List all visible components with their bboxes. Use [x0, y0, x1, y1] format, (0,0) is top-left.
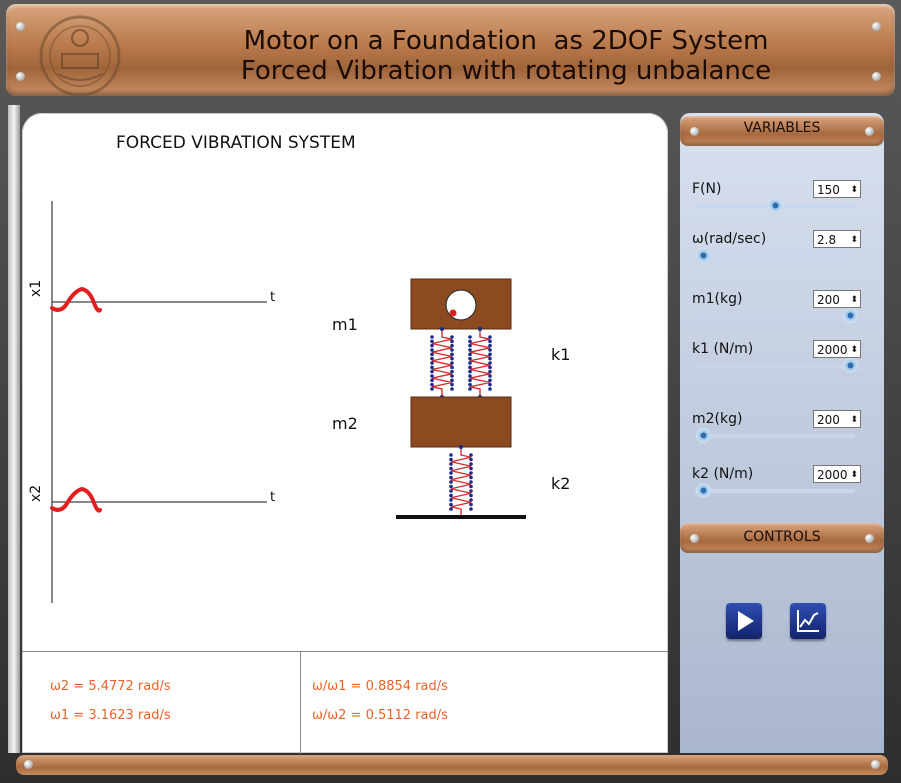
spinbox-value: 2000	[817, 343, 848, 357]
spinner-arrows-icon[interactable]: ⬍	[848, 341, 858, 357]
spinner-arrows-icon[interactable]: ⬍	[848, 291, 858, 307]
unbalance-mass-icon	[449, 309, 457, 317]
spinbox-value: 200	[817, 413, 840, 427]
spinbox-value: 150	[817, 183, 840, 197]
footer-bar	[16, 755, 888, 775]
rotor-icon	[445, 289, 477, 321]
simulation-canvas: FORCED VIBRATION SYSTEM x1 x2 t t m1 m2 …	[22, 113, 668, 754]
slider-thumb[interactable]	[696, 248, 711, 263]
graph-button[interactable]	[790, 603, 826, 639]
variable-label: m2(kg)	[692, 411, 743, 427]
variable-spinbox[interactable]: 2.8 ⬍	[813, 230, 861, 248]
slider-thumb[interactable]	[843, 358, 859, 373]
k1-label: k1	[551, 345, 570, 364]
variable-label: F(N)	[692, 181, 722, 197]
spinner-arrows-icon[interactable]: ⬍	[848, 411, 858, 427]
variable-spinbox[interactable]: 2000 ⬍	[813, 465, 861, 483]
variable-slider[interactable]	[695, 428, 855, 443]
results-divider	[300, 652, 301, 754]
spring-k1-right	[468, 327, 492, 399]
spinbox-value: 2000	[817, 468, 848, 482]
variable-spinbox[interactable]: 2000 ⬍	[813, 340, 861, 358]
variable-slider[interactable]	[695, 248, 855, 263]
ratio1-readout: ω/ω1 = 0.8854 rad/s	[312, 679, 448, 694]
slider-thumb[interactable]	[768, 198, 783, 213]
controls-title: CONTROLS	[743, 529, 821, 545]
spring-k1-left	[430, 327, 454, 399]
page-title: Motor on a Foundation as 2DOF System For…	[136, 26, 876, 86]
variable-slider[interactable]	[695, 198, 855, 213]
spinbox-value: 2.8	[817, 233, 837, 247]
spring-k2	[449, 445, 473, 519]
controls-header: CONTROLS	[680, 523, 884, 553]
spinner-arrows-icon[interactable]: ⬍	[848, 181, 858, 197]
left-rail	[8, 105, 20, 753]
mass-m2	[410, 396, 512, 448]
x2-axis-label: x2	[28, 485, 44, 502]
variable-label: k2 (N/m)	[692, 466, 754, 482]
header-bar: Motor on a Foundation as 2DOF System For…	[6, 4, 895, 97]
results-panel: ω2 = 5.4772 rad/s ω1 = 3.1623 rad/s ω/ω1…	[22, 651, 668, 754]
ratio2-readout: ω/ω2 = 0.5112 rad/s	[312, 708, 448, 723]
x1-axis-label: x1	[28, 280, 44, 297]
k2-label: k2	[551, 474, 570, 493]
slider-thumb[interactable]	[696, 428, 711, 443]
title-line-1: Motor on a Foundation as 2DOF System	[243, 26, 769, 56]
variables-header: VARIABLES	[680, 116, 884, 146]
variable-spinbox[interactable]: 150 ⬍	[813, 180, 861, 198]
variables-title: VARIABLES	[743, 120, 821, 136]
x1-wave	[50, 286, 102, 313]
spinbox-value: 200	[817, 293, 840, 307]
x2-wave	[50, 486, 102, 513]
play-icon	[738, 611, 754, 631]
rivet-icon	[16, 72, 25, 81]
slider-thumb[interactable]	[696, 483, 711, 498]
slider-thumb[interactable]	[843, 308, 859, 323]
side-panel: VARIABLES F(N) 150 ⬍ ω(rad/sec) 2.8 ⬍ m1(kg) 20…	[680, 113, 884, 753]
chart-icon	[797, 610, 819, 632]
spinner-arrows-icon[interactable]: ⬍	[848, 466, 858, 482]
rivet-icon	[16, 22, 25, 31]
variable-spinbox[interactable]: 200 ⬍	[813, 290, 861, 308]
t-axis-label-1: t	[270, 290, 275, 305]
t-axis-label-2: t	[270, 490, 275, 505]
vibration-diagram: x1 x2 t t m1 m2 k1 k2	[28, 201, 570, 603]
m1-label: m1	[332, 315, 358, 334]
variable-slider[interactable]	[695, 483, 855, 498]
variable-label: m1(kg)	[692, 291, 743, 307]
rivet-icon	[871, 760, 880, 769]
spinner-arrows-icon[interactable]: ⬍	[848, 231, 858, 247]
title-line-2: Forced Vibration with rotating unbalance	[240, 56, 772, 86]
variable-slider[interactable]	[695, 358, 859, 373]
play-button[interactable]	[726, 603, 762, 639]
variable-spinbox[interactable]: 200 ⬍	[813, 410, 861, 428]
m2-label: m2	[332, 414, 358, 433]
omega1-readout: ω1 = 3.1623 rad/s	[50, 708, 171, 723]
variable-slider[interactable]	[695, 308, 859, 323]
rivet-icon	[24, 760, 33, 769]
omega2-readout: ω2 = 5.4772 rad/s	[50, 679, 171, 694]
variable-label: ω(rad/sec)	[692, 231, 767, 247]
institute-seal-logo	[39, 15, 121, 97]
variable-label: k1 (N/m)	[692, 341, 754, 357]
